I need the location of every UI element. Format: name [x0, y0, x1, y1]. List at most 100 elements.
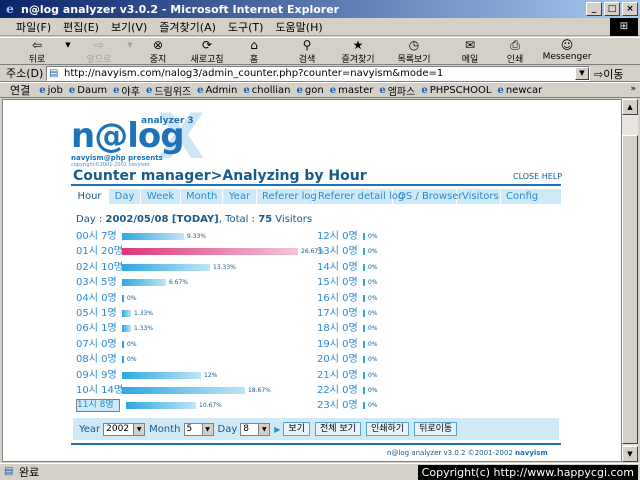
hour-label[interactable]: 02시 10명 — [76, 261, 123, 274]
page-icon: ▤ — [49, 68, 59, 79]
link-chollian[interactable]: e chollian — [240, 85, 293, 96]
tab-visitors[interactable]: Visitors — [457, 189, 501, 204]
link-yahoo[interactable]: e 야후 — [110, 83, 143, 98]
scroll-down-icon[interactable]: ▼ — [622, 446, 638, 462]
view-button[interactable]: 보기 — [283, 422, 310, 436]
back-button[interactable]: ⇦ 뒤로 — [12, 38, 62, 66]
hour-percent: 9.33% — [187, 233, 207, 240]
link-job[interactable]: e job — [36, 85, 66, 96]
hour-label[interactable]: 03시 5명 — [76, 276, 120, 289]
search-button[interactable]: ⚲ 검색 — [284, 38, 330, 66]
link-phpschool[interactable]: e PHPSCHOOL — [418, 85, 494, 96]
link-master[interactable]: e master — [327, 85, 377, 96]
hour-label[interactable]: 21시 0명 — [317, 369, 361, 382]
links-more-icon[interactable]: » — [630, 84, 636, 94]
link-dreamwiz[interactable]: e 드림위즈 — [143, 83, 194, 98]
back-dropdown[interactable]: ▼ — [62, 38, 74, 66]
tab-day[interactable]: Day — [109, 189, 141, 204]
vertical-scrollbar[interactable]: ▲ ▼ — [622, 99, 638, 462]
hour-label[interactable]: 11시 8명 — [76, 399, 120, 412]
go-back-button[interactable]: 뒤로이동 — [414, 422, 458, 436]
refresh-button[interactable]: ⟳ 새로고침 — [180, 38, 234, 66]
menu-favorites[interactable]: 즐겨찾기(A) — [153, 19, 222, 35]
tab-year[interactable]: Year — [223, 189, 257, 204]
print-button[interactable]: ⎙ 인쇄 — [492, 38, 538, 66]
maximize-button[interactable]: □ — [604, 2, 620, 16]
history-button[interactable]: ◷ 목록보기 — [386, 38, 442, 66]
tab-config[interactable]: Config — [501, 189, 541, 204]
hour-row: 20시 0명 0% — [317, 352, 378, 367]
hour-label[interactable]: 13시 0명 — [317, 245, 361, 258]
hour-label[interactable]: 01시 20명 — [76, 245, 123, 258]
close-button[interactable]: × — [622, 2, 638, 16]
address-dropdown-icon[interactable]: ▼ — [575, 67, 589, 80]
hour-label[interactable]: 12시 0명 — [317, 230, 361, 243]
hour-label[interactable]: 19시 0명 — [317, 338, 361, 351]
hour-label[interactable]: 10시 14명 — [76, 384, 123, 397]
day-select[interactable]: 8 ▼ — [240, 422, 271, 436]
menu-file[interactable]: 파일(F) — [10, 19, 57, 35]
minimize-button[interactable]: _ — [586, 2, 602, 16]
hour-bar — [122, 372, 201, 379]
hour-label[interactable]: 17시 0명 — [317, 307, 361, 320]
hour-label[interactable]: 00시 7명 — [76, 230, 120, 243]
forward-button[interactable]: ⇨ 앞으로 — [74, 38, 124, 66]
windows-logo-icon: ⊞ — [610, 18, 638, 36]
menu-tools[interactable]: 도구(T) — [222, 19, 270, 35]
ie-link-icon: e — [243, 84, 250, 96]
tab-os-browser[interactable]: OS / Browser — [393, 189, 462, 204]
hour-label[interactable]: 05시 1명 — [76, 307, 120, 320]
mail-button[interactable]: ✉ 메일 — [448, 38, 492, 66]
link-newcar[interactable]: e newcar — [494, 85, 545, 96]
stop-button[interactable]: ⊗ 중지 — [136, 38, 180, 66]
hour-row: 17시 0명 0% — [317, 306, 378, 321]
hour-label[interactable]: 22시 0명 — [317, 384, 361, 397]
link-empas[interactable]: e 엠파스 — [376, 83, 418, 98]
hour-label[interactable]: 23시 0명 — [317, 399, 361, 412]
tab-referer-detail-log[interactable]: Referer detail log — [313, 189, 404, 204]
hour-row: 16시 0명 0% — [317, 291, 378, 306]
go-button[interactable]: ⇨이동 — [594, 66, 623, 82]
hour-label[interactable]: 08시 0명 — [76, 353, 120, 366]
link-admin[interactable]: e Admin — [194, 85, 240, 96]
view-all-button[interactable]: 전체 보기 — [314, 422, 361, 436]
hour-label[interactable]: 04시 0명 — [76, 292, 120, 305]
address-url: http://navyism.com/nalog3/admin_counter.… — [64, 68, 444, 79]
tab-referer-log[interactable]: Referer log — [257, 189, 317, 204]
hour-label[interactable]: 15시 0명 — [317, 276, 361, 289]
hour-percent: 0% — [368, 372, 378, 379]
hour-label[interactable]: 07시 0명 — [76, 338, 120, 351]
chevron-down-icon: ▼ — [127, 41, 133, 49]
hour-row: 09시 9명 12% — [76, 368, 217, 383]
close-help-link[interactable]: CLOSE HELP — [513, 172, 562, 181]
month-select[interactable]: 5 ▼ — [183, 422, 214, 436]
hour-label[interactable]: 06시 1명 — [76, 322, 120, 335]
hour-label[interactable]: 20시 0명 — [317, 353, 361, 366]
year-select[interactable]: 2002 ▼ — [103, 422, 146, 436]
tab-week[interactable]: Week — [141, 189, 181, 204]
menu-edit[interactable]: 편집(E) — [57, 19, 105, 35]
hour-label[interactable]: 14시 0명 — [317, 261, 361, 274]
menu-view[interactable]: 보기(V) — [105, 19, 153, 35]
address-input[interactable]: ▤ http://navyism.com/nalog3/admin_counte… — [46, 66, 590, 81]
scroll-up-icon[interactable]: ▲ — [622, 99, 638, 115]
hour-percent: 0% — [368, 264, 378, 271]
messenger-button[interactable]: ☺ Messenger — [538, 38, 596, 66]
print-page-button[interactable]: 인쇄하기 — [365, 422, 410, 436]
hour-label[interactable]: 09시 9명 — [76, 369, 120, 382]
hour-row: 11시 8명 10.67% — [76, 398, 222, 413]
hour-label[interactable]: 18시 0명 — [317, 322, 361, 335]
link-gon[interactable]: e gon — [294, 85, 327, 96]
tab-hour[interactable]: Hour — [71, 189, 109, 204]
hour-row: 21시 0명 0% — [317, 368, 378, 383]
hour-label[interactable]: 16시 0명 — [317, 292, 361, 305]
scrollbar-thumb[interactable] — [622, 135, 638, 444]
home-button[interactable]: ⌂ 홈 — [234, 38, 274, 66]
menu-help[interactable]: 도움말(H) — [269, 19, 328, 35]
forward-dropdown[interactable]: ▼ — [124, 38, 136, 66]
favorites-button[interactable]: ★ 즐겨찾기 — [330, 38, 386, 66]
hour-bar — [363, 264, 365, 271]
tab-month[interactable]: Month — [181, 189, 223, 204]
hour-row: 05시 1명 1.33% — [76, 306, 153, 321]
link-daum[interactable]: e Daum — [66, 85, 110, 96]
